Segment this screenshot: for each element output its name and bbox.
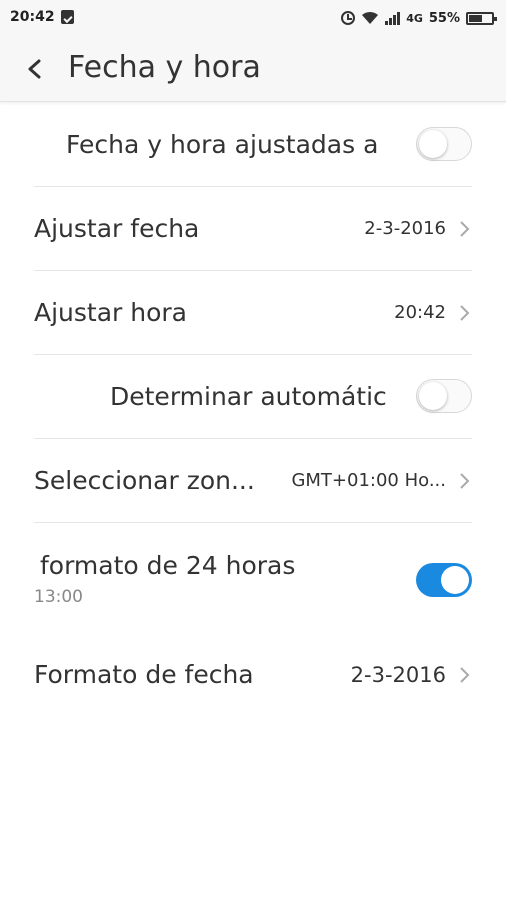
- settings-list: Fecha y hora ajustadas a Ajustar fecha 2…: [0, 103, 506, 717]
- clipboard-check-icon: [61, 10, 74, 24]
- format24-example: 13:00: [34, 587, 83, 607]
- set-time-value: 20:42: [394, 302, 446, 323]
- timezone-value: GMT+01:00 Ho...: [291, 470, 446, 491]
- date-format-label: Formato de fecha: [34, 660, 254, 689]
- auto-timezone-toggle[interactable]: [416, 379, 472, 413]
- back-arrow-icon: [28, 59, 41, 79]
- date-format-row[interactable]: Formato de fecha 2-3-2016: [34, 633, 472, 717]
- auto-datetime-toggle[interactable]: [416, 127, 472, 161]
- network-type: 4G: [406, 11, 423, 25]
- set-date-label: Ajustar fecha: [34, 214, 200, 243]
- page-title: Fecha y hora: [68, 50, 261, 85]
- title-bar: Fecha y hora: [0, 36, 506, 102]
- status-bar: 20:42 4G 55%: [0, 0, 506, 36]
- wifi-icon: [362, 11, 379, 24]
- auto-datetime-label: Fecha y hora ajustadas a: [66, 130, 379, 159]
- status-time: 20:42: [10, 9, 55, 25]
- chevron-right-icon: [458, 470, 472, 492]
- timezone-row[interactable]: Seleccionar zon... GMT+01:00 Ho...: [34, 439, 472, 523]
- toggle-knob: [419, 382, 447, 410]
- date-format-value: 2-3-2016: [350, 663, 446, 687]
- auto-timezone-label: Determinar automátic: [110, 382, 387, 411]
- set-date-value: 2-3-2016: [364, 218, 446, 239]
- auto-timezone-row[interactable]: Determinar automátic: [34, 355, 472, 439]
- set-time-row[interactable]: Ajustar hora 20:42: [34, 271, 472, 355]
- chevron-right-icon: [458, 302, 472, 324]
- set-time-label: Ajustar hora: [34, 298, 188, 327]
- format24-toggle[interactable]: [416, 563, 472, 597]
- chevron-right-icon: [458, 218, 472, 240]
- chevron-right-icon: [458, 664, 472, 686]
- back-button[interactable]: [18, 52, 52, 86]
- status-icons: 4G 55%: [341, 8, 497, 28]
- format24-row[interactable]: formato de 24 horas 13:00: [34, 523, 472, 633]
- battery-icon: [466, 11, 497, 25]
- set-date-row[interactable]: Ajustar fecha 2-3-2016: [34, 187, 472, 271]
- format24-label: formato de 24 horas: [40, 551, 296, 580]
- alarm-icon: [341, 11, 356, 25]
- auto-datetime-row[interactable]: Fecha y hora ajustadas a: [34, 103, 472, 187]
- toggle-knob: [419, 130, 447, 158]
- signal-icon: [385, 11, 401, 25]
- toggle-knob: [441, 566, 469, 594]
- battery-percent: 55%: [428, 10, 460, 26]
- timezone-label: Seleccionar zon...: [34, 466, 255, 495]
